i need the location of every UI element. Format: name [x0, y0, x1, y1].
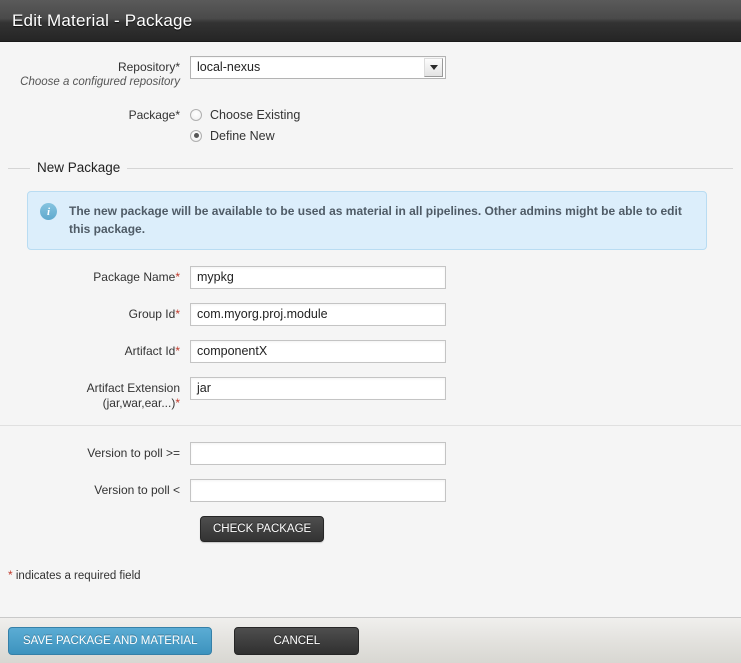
- check-package-row: CHECK PACKAGE: [0, 516, 741, 542]
- repository-required-asterisk: *: [175, 60, 180, 74]
- package-name-field-column: mypkg: [190, 266, 741, 289]
- radio-choose-existing-indicator[interactable]: [190, 108, 202, 121]
- repository-label: Repository*: [0, 60, 180, 75]
- package-name-label-column: Package Name*: [0, 266, 190, 285]
- artifact-id-required-asterisk: *: [175, 344, 180, 358]
- artifact-extension-label-line2-text: (jar,war,ear...): [102, 396, 176, 410]
- save-package-and-material-button[interactable]: SAVE PACKAGE AND MATERIAL: [8, 626, 213, 655]
- chevron-down-icon: [429, 65, 438, 70]
- version-poll-min-label: Version to poll >=: [87, 446, 180, 460]
- group-id-row: Group Id* com.myorg.proj.module: [0, 303, 741, 326]
- artifact-extension-field-column: jar: [190, 377, 741, 400]
- package-name-row: Package Name* mypkg: [0, 266, 741, 289]
- package-required-asterisk: *: [175, 108, 180, 122]
- artifact-extension-required-asterisk: *: [175, 396, 180, 410]
- version-poll-max-field-column: [190, 479, 741, 502]
- artifact-id-label: Artifact Id: [124, 344, 176, 358]
- form-footer: SAVE PACKAGE AND MATERIAL CANCEL: [0, 617, 741, 663]
- new-package-legend: New Package: [30, 160, 128, 175]
- repository-dropdown-button[interactable]: [424, 58, 443, 77]
- repository-select[interactable]: local-nexus: [190, 56, 446, 79]
- package-options: Choose Existing Define New: [190, 104, 741, 146]
- package-row: Package* Choose Existing Define New: [0, 104, 741, 146]
- version-poll-max-label: Version to poll <: [94, 483, 180, 497]
- radio-define-new-indicator[interactable]: [190, 129, 202, 142]
- version-poll-min-row: Version to poll >=: [0, 442, 741, 465]
- repository-hint: Choose a configured repository: [20, 76, 180, 88]
- repository-row: Repository* Choose a configured reposito…: [0, 56, 741, 90]
- package-fields: Package Name* mypkg Group Id* com.myorg.…: [0, 266, 741, 542]
- artifact-id-row: Artifact Id* componentX: [0, 340, 741, 363]
- required-note-text: indicates a required field: [15, 570, 141, 582]
- artifact-id-input[interactable]: componentX: [190, 340, 446, 363]
- artifact-extension-label-column: Artifact Extension (jar,war,ear...)*: [0, 377, 190, 411]
- radio-choose-existing-label: Choose Existing: [210, 107, 301, 122]
- artifact-extension-label: Artifact Extension: [86, 381, 180, 395]
- repository-select-value: local-nexus: [197, 60, 261, 74]
- cancel-button[interactable]: CANCEL: [234, 626, 360, 655]
- info-message-box: i The new package will be available to b…: [27, 191, 707, 250]
- fields-divider: [0, 425, 741, 426]
- info-icon: i: [40, 203, 57, 220]
- group-id-field-column: com.myorg.proj.module: [190, 303, 741, 326]
- group-id-label: Group Id: [128, 307, 176, 321]
- artifact-id-field-column: componentX: [190, 340, 741, 363]
- package-label: Package*: [0, 108, 180, 123]
- group-id-input[interactable]: com.myorg.proj.module: [190, 303, 446, 326]
- group-id-label-column: Group Id*: [0, 303, 190, 322]
- info-message-text: The new package will be available to be …: [69, 204, 682, 236]
- version-poll-max-label-column: Version to poll <: [0, 479, 190, 498]
- package-name-label: Package Name: [93, 270, 176, 284]
- version-poll-min-input[interactable]: [190, 442, 446, 465]
- artifact-extension-row: Artifact Extension (jar,war,ear...)* jar: [0, 377, 741, 411]
- group-id-required-asterisk: *: [175, 307, 180, 321]
- check-package-button[interactable]: CHECK PACKAGE: [200, 516, 325, 542]
- window-titlebar: Edit Material - Package: [0, 0, 741, 42]
- package-name-required-asterisk: *: [175, 270, 180, 284]
- version-poll-max-row: Version to poll <: [0, 479, 741, 502]
- required-field-note: * indicates a required field: [8, 568, 741, 582]
- package-label-column: Package*: [0, 104, 190, 123]
- repository-label-column: Repository* Choose a configured reposito…: [0, 56, 190, 90]
- artifact-extension-input[interactable]: jar: [190, 377, 446, 400]
- radio-define-new[interactable]: Define New: [190, 125, 741, 146]
- package-name-input[interactable]: mypkg: [190, 266, 446, 289]
- package-label-text: Package: [128, 108, 176, 122]
- artifact-id-label-column: Artifact Id*: [0, 340, 190, 359]
- repository-field-column: local-nexus: [190, 56, 741, 79]
- new-package-fieldset: New Package: [8, 160, 733, 175]
- version-poll-min-label-column: Version to poll >=: [0, 442, 190, 461]
- page-title: Edit Material - Package: [12, 10, 193, 30]
- form-body: Repository* Choose a configured reposito…: [0, 42, 741, 617]
- artifact-extension-label-line2: (jar,war,ear...)*: [0, 396, 180, 411]
- radio-define-new-label: Define New: [210, 128, 275, 143]
- version-poll-min-field-column: [190, 442, 741, 465]
- radio-choose-existing[interactable]: Choose Existing: [190, 104, 741, 125]
- repository-label-text: Repository: [117, 60, 176, 74]
- required-note-asterisk: *: [8, 568, 13, 582]
- version-poll-max-input[interactable]: [190, 479, 446, 502]
